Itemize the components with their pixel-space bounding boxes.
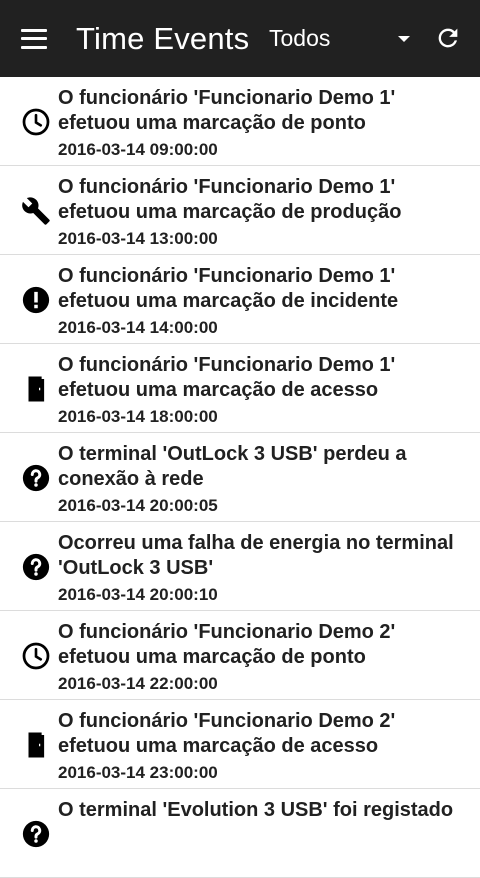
filter-dropdown[interactable]: Todos	[269, 0, 413, 77]
event-timestamp: 2016-03-14 18:00:00	[58, 407, 218, 426]
event-description: O funcionário 'Funcionario Demo 2' efetuo…	[58, 620, 472, 670]
refresh-icon[interactable]	[434, 24, 462, 52]
event-description-line: efetuou uma marcação de ponto	[58, 646, 366, 668]
event-list-item[interactable]: O terminal 'OutLock 3 USB' perdeu a conex…	[0, 433, 480, 522]
event-text: O terminal 'OutLock 3 USB' perdeu a conex…	[58, 442, 472, 516]
filter-selected-value: Todos	[269, 25, 331, 51]
help-icon	[21, 552, 51, 582]
event-description: O terminal 'OutLock 3 USB' perdeu a conex…	[58, 442, 472, 492]
event-description-line: O funcionário 'Funcionario Demo 2'	[58, 621, 396, 643]
app-title: Time Events	[76, 20, 250, 56]
app-bar: Time Events Todos	[0, 0, 480, 77]
help-icon	[21, 463, 51, 493]
event-list-item[interactable]: O funcionário 'Funcionario Demo 1' efetuo…	[0, 77, 480, 166]
event-description-line: O terminal 'Evolution 3 USB' foi regista…	[58, 799, 454, 821]
door-icon	[21, 730, 51, 760]
event-list-item[interactable]: O funcionário 'Funcionario Demo 2' efetuo…	[0, 611, 480, 700]
event-text: O funcionário 'Funcionario Demo 2' efetuo…	[58, 709, 472, 783]
event-description-line: efetuou uma marcação de produção	[58, 201, 402, 223]
event-description-line: O funcionário 'Funcionario Demo 2'	[58, 710, 396, 732]
clock-icon	[21, 107, 51, 137]
event-description: O funcionário 'Funcionario Demo 2' efetuo…	[58, 709, 472, 759]
event-list-item[interactable]: O funcionário 'Funcionario Demo 1' efetuo…	[0, 344, 480, 433]
event-timestamp: 2016-03-14 23:00:00	[58, 763, 218, 782]
event-description: O terminal 'Evolution 3 USB' foi regista…	[58, 798, 472, 823]
alert-icon	[21, 285, 51, 315]
event-description-line: 'OutLock 3 USB'	[58, 557, 214, 579]
event-list-item[interactable]: O funcionário 'Funcionario Demo 1' efetuo…	[0, 255, 480, 344]
event-description-line: Ocorreu uma falha de energia no terminal	[58, 532, 454, 554]
event-list-item[interactable]: O terminal 'Evolution 3 USB' foi regista…	[0, 789, 480, 878]
event-description-line: efetuou uma marcação de acesso	[58, 735, 379, 757]
event-list-item[interactable]: O funcionário 'Funcionario Demo 2' efetuo…	[0, 700, 480, 789]
event-list: O funcionário 'Funcionario Demo 1' efetuo…	[0, 77, 480, 878]
dropdown-arrow-icon	[398, 35, 410, 42]
wrench-icon	[21, 196, 51, 226]
event-timestamp: 2016-03-14 22:00:00	[58, 674, 218, 693]
event-description-line: conexão à rede	[58, 468, 204, 490]
event-description-line: efetuou uma marcação de incidente	[58, 290, 399, 312]
event-text: Ocorreu uma falha de energia no terminal…	[58, 531, 472, 605]
event-timestamp: 2016-03-14 09:00:00	[58, 140, 218, 159]
event-description-line: O funcionário 'Funcionario Demo 1'	[58, 265, 396, 287]
event-description: O funcionário 'Funcionario Demo 1' efetuo…	[58, 175, 472, 225]
help-icon	[21, 819, 51, 849]
event-timestamp: 2016-03-14 13:00:00	[58, 229, 218, 248]
event-description: O funcionário 'Funcionario Demo 1' efetuo…	[58, 264, 472, 314]
event-description-line: O terminal 'OutLock 3 USB' perdeu a	[58, 443, 407, 465]
event-timestamp: 2016-03-14 14:00:00	[58, 318, 218, 337]
event-description: Ocorreu uma falha de energia no terminal…	[58, 531, 472, 581]
event-description-line: efetuou uma marcação de ponto	[58, 112, 366, 134]
event-text: O funcionário 'Funcionario Demo 2' efetuo…	[58, 620, 472, 694]
event-description-line: efetuou uma marcação de acesso	[58, 379, 379, 401]
event-timestamp: 2016-03-14 20:00:10	[58, 585, 218, 604]
event-description-line: O funcionário 'Funcionario Demo 1'	[58, 87, 396, 109]
event-text: O funcionário 'Funcionario Demo 1' efetuo…	[58, 175, 472, 249]
door-icon	[21, 374, 51, 404]
event-text: O funcionário 'Funcionario Demo 1' efetuo…	[58, 353, 472, 427]
event-description-line: O funcionário 'Funcionario Demo 1'	[58, 176, 396, 198]
event-text: O terminal 'Evolution 3 USB' foi regista…	[58, 798, 472, 823]
event-description: O funcionário 'Funcionario Demo 1' efetuo…	[58, 353, 472, 403]
event-list-item[interactable]: O funcionário 'Funcionario Demo 1' efetuo…	[0, 166, 480, 255]
event-text: O funcionário 'Funcionario Demo 1' efetuo…	[58, 86, 472, 160]
event-timestamp: 2016-03-14 20:00:05	[58, 496, 218, 515]
event-text: O funcionário 'Funcionario Demo 1' efetuo…	[58, 264, 472, 338]
event-description-line: O funcionário 'Funcionario Demo 1'	[58, 354, 396, 376]
menu-icon[interactable]	[21, 28, 47, 49]
event-list-item[interactable]: Ocorreu uma falha de energia no terminal…	[0, 522, 480, 611]
event-description: O funcionário 'Funcionario Demo 1' efetuo…	[58, 86, 472, 136]
clock-icon	[21, 641, 51, 671]
